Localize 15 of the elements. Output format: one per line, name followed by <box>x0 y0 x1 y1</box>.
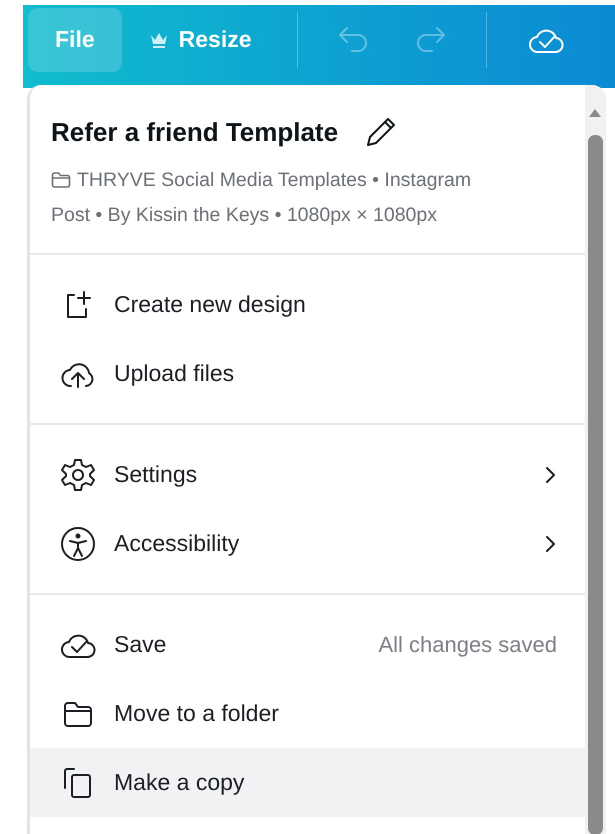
design-title: Refer a friend Template <box>51 116 338 148</box>
save-status: All changes saved <box>378 632 557 658</box>
crown-icon <box>148 30 169 48</box>
menu-item[interactable]: Settings <box>30 440 585 509</box>
scrollbar[interactable] <box>585 85 606 834</box>
menu-item[interactable]: Accessibility <box>30 509 585 578</box>
menu-item[interactable]: Upload files <box>30 339 585 408</box>
menu-item[interactable]: Create new design <box>30 270 585 339</box>
menu-item[interactable]: Make a copy <box>30 748 585 817</box>
menu-item[interactable]: Save All changes saved <box>30 610 585 679</box>
folder-icon <box>51 171 71 189</box>
accessibility-icon <box>60 526 96 562</box>
settings-icon <box>60 456 96 492</box>
menu-item[interactable]: Move to a folder <box>30 679 585 748</box>
design-details: THRYVE Social Media Templates • Instagram Post • By Kissin the Keys • 1080px × 1080px <box>51 168 472 228</box>
